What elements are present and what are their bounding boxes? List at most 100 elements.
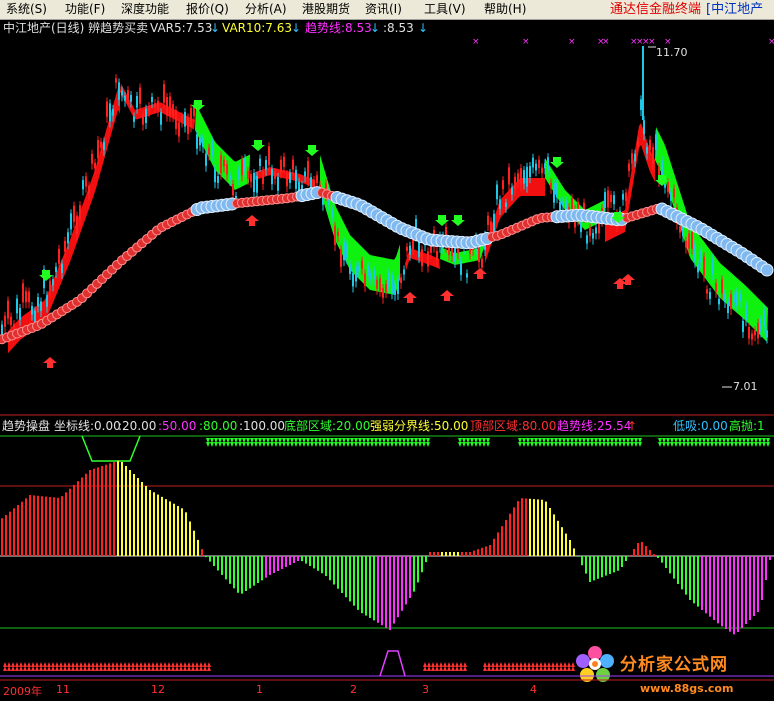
candle-body <box>28 291 30 303</box>
menu-info[interactable]: 资讯(I) <box>365 1 402 18</box>
candle-body <box>724 293 726 303</box>
candle-body <box>232 183 234 196</box>
candle-body <box>115 78 117 83</box>
candle-body <box>262 170 264 185</box>
candle-body <box>73 205 75 222</box>
candle-body <box>604 192 606 208</box>
candle-body <box>595 227 597 234</box>
candle-body <box>76 215 78 235</box>
candle-body <box>250 174 252 182</box>
candle-body <box>202 137 204 147</box>
bottom-zone-marker <box>314 442 318 447</box>
candle-body <box>22 283 24 303</box>
bottom-zone-marker <box>738 442 742 447</box>
bottom-zone-marker <box>378 442 382 447</box>
bottom-zone-marker <box>478 442 482 447</box>
bottom-zone-marker <box>262 442 266 447</box>
menu-function[interactable]: 功能(F) <box>65 1 105 18</box>
bottom-zone-marker <box>598 442 602 447</box>
candle-body <box>226 164 228 175</box>
candle-body <box>337 231 339 237</box>
bottom-zone-marker <box>522 442 526 447</box>
bottom-zone-marker <box>386 442 390 447</box>
candle-body <box>166 97 168 116</box>
candle-body <box>520 168 522 186</box>
candle-body <box>280 159 282 173</box>
candle-body <box>70 213 72 230</box>
candle-body <box>349 263 351 274</box>
bottom-zone-marker <box>362 442 366 447</box>
candle-body <box>334 225 336 246</box>
bottom-zone-marker <box>570 442 574 447</box>
bottom-zone-marker <box>290 442 294 447</box>
candle-body <box>13 324 15 330</box>
candle-body <box>7 300 9 319</box>
candle-body <box>718 298 720 305</box>
bottom-zone-marker <box>234 442 238 447</box>
bottom-zone-marker <box>474 442 478 447</box>
candle-body <box>211 140 213 156</box>
bottom-zone-marker <box>210 442 214 447</box>
bottom-zone-marker <box>374 442 378 447</box>
candle-body <box>460 260 462 275</box>
candle-body <box>25 291 27 303</box>
menu-help[interactable]: 帮助(H) <box>484 1 526 18</box>
bottom-zone-marker <box>206 442 210 447</box>
bottom-zone-marker <box>634 442 638 447</box>
menu-quote[interactable]: 报价(Q) <box>186 1 229 18</box>
bottom-zone-marker <box>382 442 386 447</box>
bottom-zone-marker <box>518 442 522 447</box>
chart-canvas[interactable]: × × × ×× ×××× × × <box>0 19 774 701</box>
menu-system[interactable]: 系统(S) <box>6 1 47 18</box>
candle-body <box>721 279 723 294</box>
stock-code-tag[interactable]: [中江地产 <box>706 1 763 18</box>
bottom-zone-marker <box>710 442 714 447</box>
candle-body <box>700 251 702 263</box>
candle-body <box>421 249 423 267</box>
bottom-zone-marker <box>706 442 710 447</box>
bottom-zone-marker <box>486 442 490 447</box>
bottom-zone-marker <box>366 442 370 447</box>
bottom-zone-marker <box>394 442 398 447</box>
candle-body <box>220 155 222 174</box>
bottom-zone-marker <box>750 442 754 447</box>
candle-body <box>622 193 624 200</box>
bottom-zone-marker <box>542 442 546 447</box>
bottom-zone-marker <box>334 442 338 447</box>
candle-body <box>352 272 354 287</box>
bottom-zone-marker <box>250 442 254 447</box>
bottom-zone-marker <box>550 442 554 447</box>
trend-dot-blue <box>760 263 774 277</box>
candle-body <box>508 167 510 185</box>
cross-marker: × <box>472 37 480 47</box>
candle-body <box>541 167 543 174</box>
candle-body <box>685 240 687 248</box>
candle-body <box>109 103 111 122</box>
candle-body <box>55 266 57 273</box>
bottom-zone-marker <box>390 442 394 447</box>
candle-body <box>373 269 375 280</box>
sell-arrow-icon <box>251 140 265 151</box>
candle-body <box>649 139 651 151</box>
menu-hk-futures[interactable]: 港股期货 <box>302 1 350 18</box>
bottom-zone-marker <box>238 442 242 447</box>
candle-body <box>712 257 714 275</box>
candle-body <box>499 199 501 209</box>
candle-body <box>667 182 669 192</box>
bottom-zone-marker <box>702 442 706 447</box>
bottom-zone-marker <box>742 442 746 447</box>
menu-bar: 系统(S) 功能(F) 深度功能 报价(Q) 分析(A) 港股期货 资讯(I) … <box>0 0 774 20</box>
candle-body <box>379 278 381 291</box>
menu-deep-function[interactable]: 深度功能 <box>121 1 169 18</box>
menu-analysis[interactable]: 分析(A) <box>245 1 287 18</box>
candle-body <box>364 273 366 286</box>
bottom-zone-marker <box>726 442 730 447</box>
menu-tools[interactable]: 工具(V) <box>424 1 466 18</box>
candle-body <box>214 168 216 183</box>
candle-body <box>106 101 108 117</box>
candle-body <box>340 249 342 267</box>
bottom-zone-marker <box>658 442 662 447</box>
candle-body <box>670 192 672 201</box>
bottom-zone-marker <box>670 442 674 447</box>
candle-body <box>703 256 705 276</box>
